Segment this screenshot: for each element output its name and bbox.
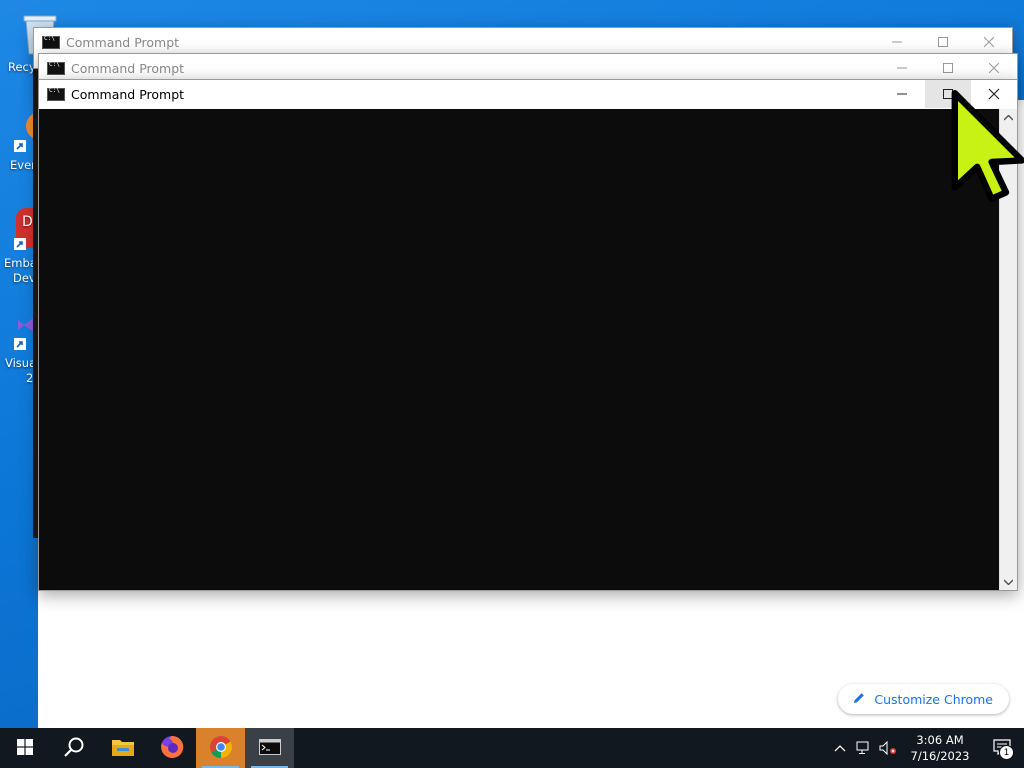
show-hidden-icons-chevron-icon[interactable]	[828, 728, 852, 768]
chrome-icon	[209, 735, 233, 762]
customize-chrome-button[interactable]: Customize Chrome	[838, 684, 1009, 714]
cmd-icon	[47, 87, 65, 101]
title-bar[interactable]: Command Prompt	[34, 28, 1012, 56]
notification-count-badge: 1	[999, 745, 1014, 760]
svg-text:D: D	[22, 214, 33, 230]
start-button[interactable]	[0, 728, 49, 768]
scroll-down-arrow-icon[interactable]	[1000, 573, 1017, 590]
action-center-button[interactable]: 1	[980, 728, 1024, 768]
volume-muted-icon[interactable]	[876, 728, 900, 768]
window-title: Command Prompt	[71, 60, 185, 76]
taskbar-firefox[interactable]	[147, 728, 196, 768]
taskbar-command-prompt[interactable]	[245, 728, 294, 768]
shortcut-arrow-icon	[14, 140, 26, 155]
taskbar: 3:06 AM 7/16/2023 1	[0, 728, 1024, 768]
search-button[interactable]	[49, 728, 98, 768]
customize-chrome-label: Customize Chrome	[874, 691, 993, 707]
desktop-icon-label: Emba	[4, 256, 37, 270]
cmd-icon	[42, 35, 60, 49]
desktop-icon-label: Ever	[10, 158, 36, 172]
folder-icon	[111, 737, 135, 760]
minimize-button[interactable]	[879, 80, 925, 108]
system-tray: 3:06 AM 7/16/2023 1	[828, 728, 1024, 768]
pencil-icon	[852, 691, 866, 708]
maximize-button[interactable]	[920, 28, 966, 56]
title-bar[interactable]: Command Prompt	[39, 54, 1017, 82]
close-button[interactable]	[971, 54, 1017, 82]
console-output-area[interactable]	[39, 109, 1000, 590]
window-title: Command Prompt	[66, 34, 180, 50]
shortcut-arrow-icon	[14, 338, 26, 353]
clock-date: 7/16/2023	[910, 749, 970, 763]
taskbar-file-explorer[interactable]	[98, 728, 147, 768]
windows-logo-icon	[16, 738, 33, 758]
cmd-icon	[258, 738, 281, 758]
mouse-cursor-icon	[950, 90, 1024, 233]
network-icon[interactable]	[852, 728, 876, 768]
cmd-window-active[interactable]: Command Prompt	[38, 79, 1018, 591]
window-controls	[874, 28, 1012, 56]
window-controls	[879, 54, 1017, 82]
desktop-icon-label: Recy	[8, 60, 36, 74]
clock-time: 3:06 AM	[916, 733, 964, 747]
desktop-icon-label: Visua	[5, 356, 37, 370]
taskbar-clock[interactable]: 3:06 AM 7/16/2023	[900, 732, 980, 764]
minimize-button[interactable]	[874, 28, 920, 56]
maximize-button[interactable]	[925, 54, 971, 82]
minimize-button[interactable]	[879, 54, 925, 82]
search-icon	[63, 736, 85, 761]
title-bar[interactable]: Command Prompt	[39, 80, 1017, 108]
cmd-icon	[47, 61, 65, 75]
close-button[interactable]	[966, 28, 1012, 56]
firefox-icon	[160, 735, 184, 762]
taskbar-chrome[interactable]	[196, 728, 245, 768]
window-title: Command Prompt	[71, 86, 185, 102]
shortcut-arrow-icon	[14, 238, 26, 253]
